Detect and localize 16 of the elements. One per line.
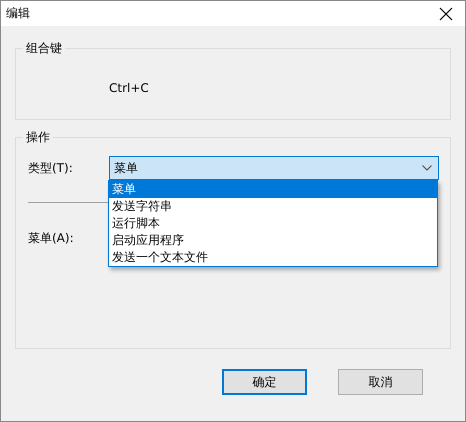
group-title: 操作 <box>25 129 51 146</box>
type-label: 类型(T): <box>28 160 74 176</box>
type-dropdown[interactable]: 菜单 <box>109 156 439 180</box>
close-icon[interactable] <box>439 6 453 20</box>
hotkey-value: Ctrl+C <box>109 81 149 95</box>
dialog-button[interactable]: 确定 <box>222 369 307 395</box>
dropdown-option[interactable]: 菜单 <box>109 181 437 198</box>
dropdown-option[interactable]: 启动应用程序 <box>109 232 437 249</box>
window-title: 编辑 <box>6 5 30 22</box>
dialog-button[interactable]: 取消 <box>338 369 423 395</box>
group-title: 组合键 <box>25 40 63 57</box>
caret-icon <box>422 165 432 171</box>
menu-label: 菜单(A): <box>28 230 75 247</box>
dropdown-option[interactable]: 运行脚本 <box>109 215 437 232</box>
dropdown-option[interactable]: 发送字符串 <box>109 198 437 215</box>
dropdown-option[interactable]: 发送一个文本文件 <box>109 249 437 266</box>
